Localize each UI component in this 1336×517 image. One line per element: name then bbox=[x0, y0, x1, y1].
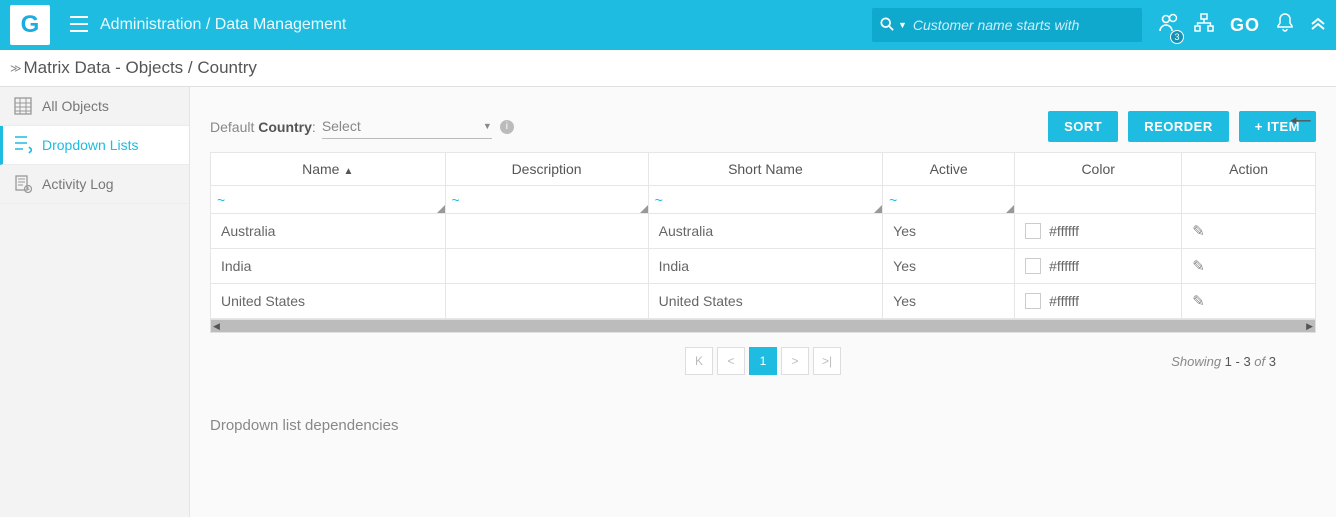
reorder-button[interactable]: REORDER bbox=[1128, 111, 1229, 142]
controls-row: Default Country: Select ▼ i SORT REORDER… bbox=[210, 111, 1316, 142]
col-short-name[interactable]: Short Name bbox=[648, 153, 883, 186]
search-icon bbox=[880, 17, 894, 34]
chevron-down-icon: ▼ bbox=[483, 121, 492, 131]
dependencies-title: Dropdown list dependencies bbox=[210, 417, 1316, 434]
cell-description bbox=[445, 284, 648, 319]
showing-text: Showing 1 - 3 of 3 bbox=[1171, 354, 1276, 369]
edit-icon[interactable]: ✎ bbox=[1192, 223, 1205, 240]
cell-active: Yes bbox=[883, 249, 1015, 284]
user-icon[interactable]: 3 bbox=[1158, 13, 1178, 38]
cell-name: United States bbox=[211, 284, 446, 319]
breadcrumb: Administration / Data Management bbox=[100, 16, 346, 34]
cell-short-name: Australia bbox=[648, 214, 883, 249]
sidebar-item-all-objects[interactable]: All Objects bbox=[0, 87, 189, 126]
edit-icon[interactable]: ✎ bbox=[1192, 258, 1205, 275]
cell-action: ✎ bbox=[1182, 284, 1316, 319]
search-box[interactable]: ▼ bbox=[872, 8, 1142, 42]
page-title-row: ≫ Matrix Data - Objects / Country bbox=[0, 50, 1336, 87]
scroll-right-icon[interactable]: ▶ bbox=[1306, 321, 1313, 332]
org-icon[interactable] bbox=[1194, 13, 1214, 38]
main-content: 🠐 Default Country: Select ▼ i SORT REORD… bbox=[190, 87, 1336, 517]
cell-description bbox=[445, 214, 648, 249]
topbar: G Administration / Data Management ▼ 3 G… bbox=[0, 0, 1336, 50]
page-prev-button[interactable]: < bbox=[717, 347, 745, 375]
pager-row: K < 1 > >| Showing 1 - 3 of 3 bbox=[210, 333, 1316, 389]
data-table: Name▲ Description Short Name Active Colo… bbox=[210, 152, 1316, 319]
cell-short-name: United States bbox=[648, 284, 883, 319]
cell-color: #ffffff bbox=[1015, 214, 1182, 249]
pager: K < 1 > >| bbox=[685, 347, 841, 375]
cell-color: #ffffff bbox=[1015, 284, 1182, 319]
notification-badge: 3 bbox=[1170, 30, 1184, 44]
select-placeholder: Select bbox=[322, 118, 361, 134]
filter-description[interactable]: ~ bbox=[445, 186, 648, 214]
cell-color: #ffffff bbox=[1015, 249, 1182, 284]
back-arrow-icon[interactable]: 🠐 bbox=[1289, 103, 1312, 147]
search-input[interactable] bbox=[913, 17, 1134, 33]
filter-active[interactable]: ~ bbox=[883, 186, 1015, 214]
page-next-button[interactable]: > bbox=[781, 347, 809, 375]
filter-action bbox=[1182, 186, 1316, 214]
menu-icon[interactable] bbox=[70, 12, 88, 38]
sort-asc-icon: ▲ bbox=[343, 166, 353, 177]
table-row: United StatesUnited StatesYes#ffffff✎ bbox=[211, 284, 1316, 319]
sidebar-item-activity-log[interactable]: Activity Log bbox=[0, 165, 189, 204]
top-icons: 3 GO bbox=[1158, 13, 1326, 38]
sidebar-item-label: Dropdown Lists bbox=[42, 137, 139, 153]
cell-active: Yes bbox=[883, 214, 1015, 249]
search-dropdown-icon[interactable]: ▼ bbox=[898, 20, 907, 30]
color-swatch bbox=[1025, 258, 1041, 274]
sidebar-item-dropdown-lists[interactable]: Dropdown Lists bbox=[0, 126, 189, 165]
sidebar-item-label: All Objects bbox=[42, 98, 109, 114]
expand-icon[interactable]: ≫ bbox=[10, 62, 22, 75]
cell-action: ✎ bbox=[1182, 249, 1316, 284]
default-country-select[interactable]: Select ▼ bbox=[322, 114, 492, 139]
page-first-button[interactable]: K bbox=[685, 347, 713, 375]
cell-name: India bbox=[211, 249, 446, 284]
horizontal-scrollbar[interactable]: ◀ ▶ bbox=[210, 319, 1316, 333]
cell-name: Australia bbox=[211, 214, 446, 249]
cell-active: Yes bbox=[883, 284, 1015, 319]
cell-description bbox=[445, 249, 648, 284]
collapse-up-icon[interactable] bbox=[1310, 15, 1326, 36]
table-row: IndiaIndiaYes#ffffff✎ bbox=[211, 249, 1316, 284]
page-current-button[interactable]: 1 bbox=[749, 347, 777, 375]
col-color[interactable]: Color bbox=[1015, 153, 1182, 186]
table-header-row: Name▲ Description Short Name Active Colo… bbox=[211, 153, 1316, 186]
go-button[interactable]: GO bbox=[1230, 15, 1260, 36]
color-swatch bbox=[1025, 223, 1041, 239]
col-description[interactable]: Description bbox=[445, 153, 648, 186]
color-swatch bbox=[1025, 293, 1041, 309]
default-country-label: Default Country: bbox=[210, 119, 316, 135]
page-title: Matrix Data - Objects / Country bbox=[24, 58, 257, 78]
cell-action: ✎ bbox=[1182, 214, 1316, 249]
sort-button[interactable]: SORT bbox=[1048, 111, 1118, 142]
filter-name[interactable]: ~ bbox=[211, 186, 446, 214]
app-logo[interactable]: G bbox=[10, 5, 50, 45]
col-name[interactable]: Name▲ bbox=[211, 153, 446, 186]
edit-icon[interactable]: ✎ bbox=[1192, 293, 1205, 310]
cell-short-name: India bbox=[648, 249, 883, 284]
bell-icon[interactable] bbox=[1276, 13, 1294, 38]
page-last-button[interactable]: >| bbox=[813, 347, 841, 375]
col-action[interactable]: Action bbox=[1182, 153, 1316, 186]
grid-icon bbox=[14, 97, 32, 115]
table-filter-row: ~ ~ ~ ~ bbox=[211, 186, 1316, 214]
scroll-left-icon[interactable]: ◀ bbox=[213, 321, 220, 332]
filter-short-name[interactable]: ~ bbox=[648, 186, 883, 214]
sidebar: All Objects Dropdown Lists Activity Log bbox=[0, 87, 190, 517]
sidebar-item-label: Activity Log bbox=[42, 176, 114, 192]
list-icon bbox=[14, 136, 32, 154]
col-active[interactable]: Active bbox=[883, 153, 1015, 186]
filter-color[interactable] bbox=[1015, 186, 1182, 214]
log-icon bbox=[14, 175, 32, 193]
info-icon[interactable]: i bbox=[500, 120, 514, 134]
table-row: AustraliaAustraliaYes#ffffff✎ bbox=[211, 214, 1316, 249]
